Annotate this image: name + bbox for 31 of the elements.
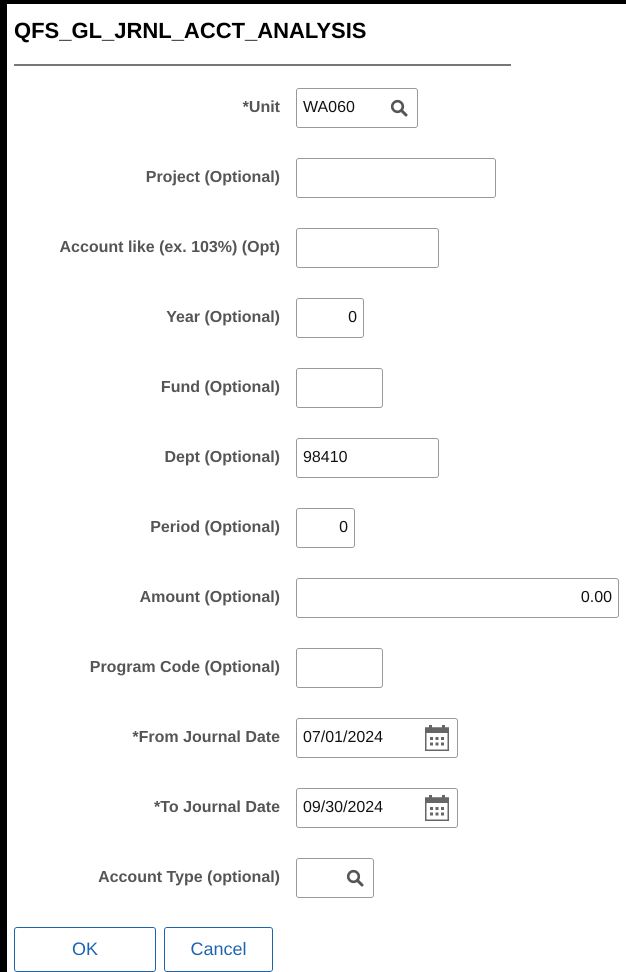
cancel-button[interactable]: Cancel	[164, 927, 273, 972]
field-label: *To Journal Date	[154, 799, 280, 817]
text-field[interactable]	[296, 228, 439, 268]
calendar-icon[interactable]	[425, 795, 449, 821]
field-label: Fund (Optional)	[160, 379, 280, 397]
lookup-field[interactable]	[296, 858, 374, 898]
text-field[interactable]	[296, 368, 383, 408]
number-field[interactable]: 0	[296, 508, 355, 548]
lookup-field[interactable]: WA060	[296, 88, 418, 128]
field-label: Account like (ex. 103%) (Opt)	[60, 239, 280, 257]
number-field[interactable]: 0	[296, 298, 364, 338]
field-label: Amount (Optional)	[140, 589, 280, 607]
search-icon[interactable]	[390, 99, 408, 117]
date-field[interactable]: 07/01/2024	[296, 718, 458, 758]
field-label: Dept (Optional)	[164, 449, 280, 467]
field-label: Project (Optional)	[146, 169, 280, 187]
text-field[interactable]: 98410	[296, 438, 439, 478]
field-label: Account Type (optional)	[98, 869, 280, 887]
text-field[interactable]	[296, 648, 383, 688]
field-label: Period (Optional)	[150, 519, 280, 537]
ok-button[interactable]: OK	[14, 927, 156, 972]
page-title: QFS_GL_JRNL_ACCT_ANALYSIS	[14, 17, 366, 45]
date-field[interactable]: 09/30/2024	[296, 788, 458, 828]
field-label: *Unit	[242, 99, 280, 117]
field-label: Year (Optional)	[166, 309, 280, 327]
field-label: Program Code (Optional)	[90, 659, 280, 677]
search-icon[interactable]	[346, 869, 364, 887]
calendar-icon[interactable]	[425, 725, 449, 751]
number-field[interactable]: 0.00	[296, 578, 619, 618]
field-label: *From Journal Date	[132, 729, 280, 747]
text-field[interactable]	[296, 158, 496, 198]
